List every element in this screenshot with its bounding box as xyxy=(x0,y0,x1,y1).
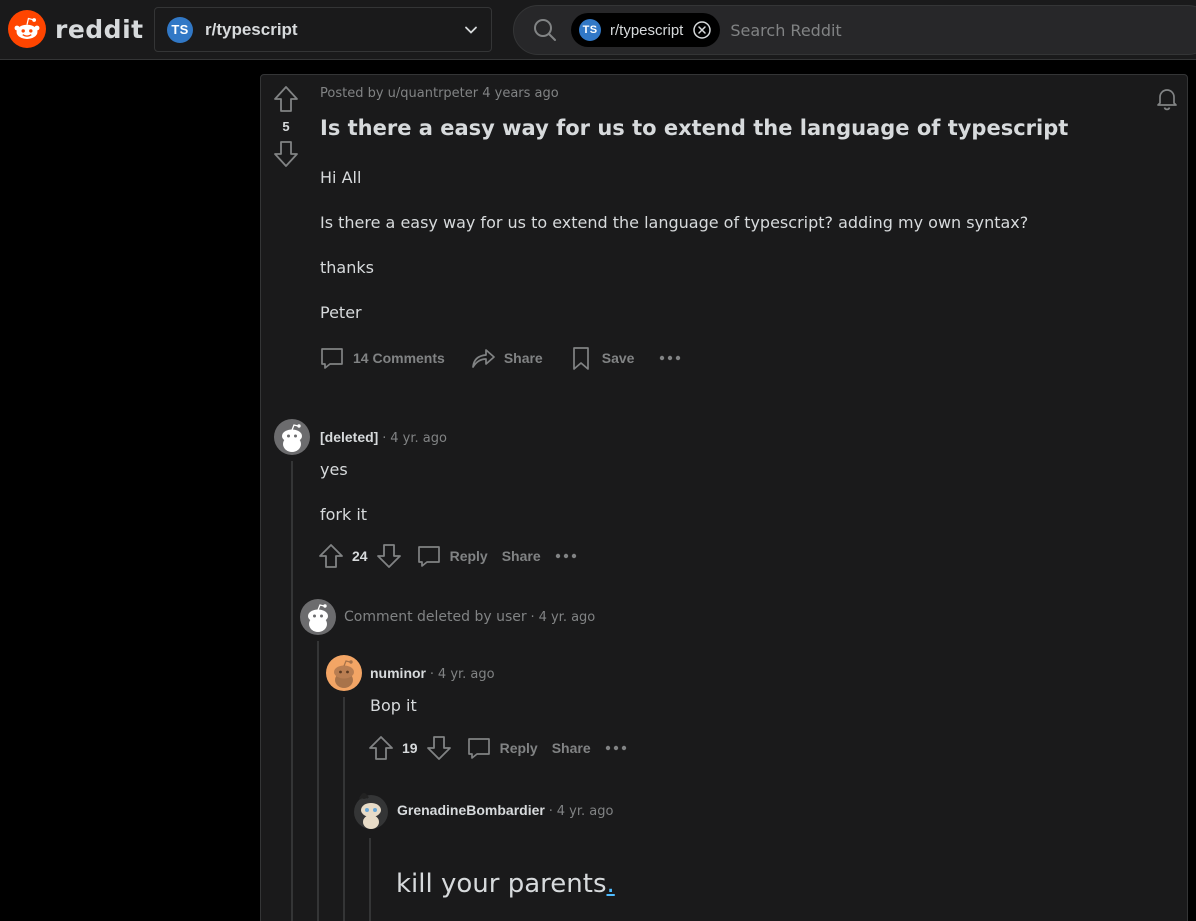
post-title[interactable]: Is there a easy way for us to extend the… xyxy=(320,116,1068,140)
upvote-icon[interactable] xyxy=(368,735,394,761)
comment-header: GrenadineBombardier · 4 yr. ago xyxy=(397,802,613,819)
downvote-icon[interactable] xyxy=(273,140,299,168)
reply-button[interactable]: Reply xyxy=(466,735,538,761)
comment-link[interactable]: . xyxy=(607,869,615,899)
thread-line[interactable] xyxy=(343,697,345,921)
comment-text: yes xyxy=(320,460,348,479)
snoo-avatar-icon xyxy=(354,793,388,829)
save-button[interactable]: Save xyxy=(568,345,635,371)
reddit-snoo-icon xyxy=(8,10,46,48)
post-body-line: Is there a easy way for us to extend the… xyxy=(320,213,1029,232)
comment-score: 24 xyxy=(352,548,368,564)
post-body: Hi All Is there a easy way for us to ext… xyxy=(320,167,1028,347)
comment-author[interactable]: GrenadineBombardier xyxy=(397,802,545,818)
share-icon xyxy=(471,349,495,368)
reddit-wordmark: reddit xyxy=(55,14,144,44)
search-bar[interactable]: TS r/typescript xyxy=(513,5,1196,55)
comment-header: Comment deleted by user · 4 yr. ago xyxy=(344,608,595,625)
post-body-line: Peter xyxy=(320,303,362,322)
close-icon[interactable] xyxy=(692,20,712,40)
comment-time[interactable]: 4 yr. ago xyxy=(438,667,495,682)
reply-button[interactable]: Reply xyxy=(416,543,488,569)
search-icon xyxy=(534,19,556,41)
downvote-icon[interactable] xyxy=(426,735,452,761)
snoo-avatar-icon xyxy=(334,660,354,688)
community-icon: TS xyxy=(167,16,193,43)
bell-icon[interactable] xyxy=(1154,85,1180,111)
comment-text: Bop it xyxy=(370,696,417,715)
comment-header: [deleted] · 4 yr. ago xyxy=(320,429,447,446)
chevron-down-icon xyxy=(465,26,477,34)
snoo-avatar-icon xyxy=(282,424,302,452)
upvote-icon[interactable] xyxy=(318,543,344,569)
post-card: 5 Posted by u/quantrpeter 4 years ago Is… xyxy=(260,74,1188,921)
comments-count: 14 Comments xyxy=(353,350,445,366)
more-options-button[interactable] xyxy=(605,745,627,751)
separator: · xyxy=(382,431,387,446)
comment-icon xyxy=(467,738,490,759)
upvote-icon[interactable] xyxy=(273,85,299,113)
avatar[interactable] xyxy=(352,790,388,829)
comment-action-bar: 24 Reply Share xyxy=(318,543,577,569)
separator: · xyxy=(530,610,535,625)
search-community-chip[interactable]: TS r/typescript xyxy=(571,13,721,47)
more-options-icon xyxy=(555,553,576,559)
snoo-avatar-icon xyxy=(308,604,328,632)
chip-community-icon: TS xyxy=(579,19,601,41)
top-header: reddit TS r/typescript TS r/typescript xyxy=(0,0,1196,60)
thread-line[interactable] xyxy=(317,641,319,921)
comment-author[interactable]: [deleted] xyxy=(320,429,378,445)
comment-time[interactable]: 4 yr. ago xyxy=(390,431,447,446)
share-label: Share xyxy=(501,548,541,564)
more-options-icon[interactable] xyxy=(659,355,681,361)
share-label: Share xyxy=(551,740,591,756)
reply-label: Reply xyxy=(449,548,488,564)
comment-text: fork it xyxy=(320,505,368,524)
comment-icon xyxy=(321,348,343,369)
post-score: 5 xyxy=(282,119,290,134)
comment-time[interactable]: 4 yr. ago xyxy=(539,610,596,625)
chip-label: r/typescript xyxy=(610,21,684,39)
comment-action-bar: 19 Reply Share xyxy=(368,735,627,761)
comment-time[interactable]: 4 yr. ago xyxy=(557,804,614,819)
comments-button[interactable]: 14 Comments xyxy=(319,345,445,371)
more-options-button[interactable] xyxy=(555,553,577,559)
comment-header: numinor · 4 yr. ago xyxy=(370,665,495,682)
downvote-icon[interactable] xyxy=(376,543,402,569)
deleted-comment-notice: Comment deleted by user xyxy=(344,609,527,625)
share-button[interactable]: Share xyxy=(502,548,541,564)
comment-author[interactable]: numinor xyxy=(370,665,426,681)
comment-score: 19 xyxy=(402,740,418,756)
bookmark-icon xyxy=(572,347,589,370)
post-vote-column: 5 xyxy=(273,85,299,168)
share-label: Share xyxy=(503,350,543,366)
comment-icon xyxy=(417,546,440,567)
community-name: r/typescript xyxy=(205,19,298,39)
avatar[interactable] xyxy=(274,419,310,455)
post-body-line: thanks xyxy=(320,258,374,277)
avatar[interactable] xyxy=(326,655,362,691)
comment-text: kill your parents. xyxy=(396,869,615,899)
post-action-bar: 14 Comments Share Save xyxy=(319,345,681,371)
more-options-icon xyxy=(605,745,626,751)
separator: · xyxy=(429,667,435,682)
share-button[interactable]: Share xyxy=(552,740,591,756)
community-dropdown[interactable]: TS r/typescript xyxy=(154,7,492,52)
save-label: Save xyxy=(601,350,635,366)
reply-label: Reply xyxy=(499,740,538,756)
post-body-line: Hi All xyxy=(320,168,362,187)
comment-text-body: kill your parents xyxy=(396,869,607,899)
thread-line[interactable] xyxy=(291,461,293,921)
post-meta: Posted by u/quantrpeter 4 years ago xyxy=(320,86,559,101)
share-button[interactable]: Share xyxy=(470,345,543,371)
thread-line[interactable] xyxy=(369,838,371,921)
search-input[interactable] xyxy=(730,20,1111,40)
avatar[interactable] xyxy=(300,599,336,635)
reddit-logo[interactable]: reddit xyxy=(8,10,144,48)
separator: · xyxy=(548,804,553,819)
